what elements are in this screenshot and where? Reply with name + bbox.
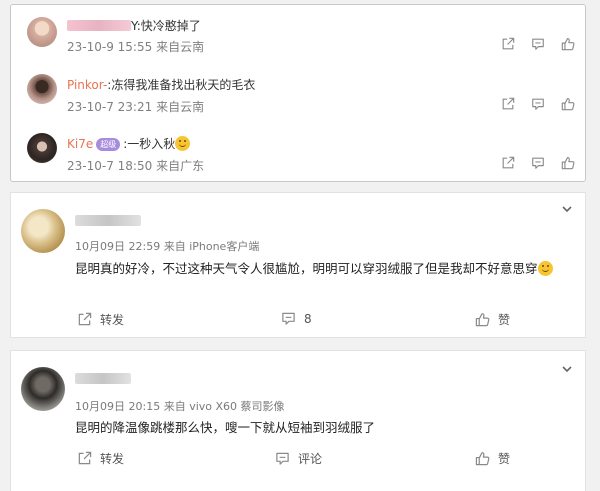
blurred-username[interactable]: [75, 373, 131, 384]
comment-meta: 23-10-7 18:50 来自广东: [67, 157, 204, 174]
username[interactable]: Ki7e: [67, 137, 93, 151]
post-action-bar: 转发 评论 赞: [11, 450, 585, 470]
repost-label: 转发: [100, 452, 125, 466]
comment-meta: 23-10-7 23:21 来自云南: [67, 98, 204, 115]
like-icon[interactable]: [559, 35, 577, 53]
repost-button[interactable]: 转发: [77, 311, 124, 328]
comment-text: Y:快冷憨掉了: [131, 19, 201, 33]
like-icon: [475, 312, 490, 327]
repost-comments-panel: Y:快冷憨掉了 23-10-9 15:55 来自云南 Pinkor-:冻得我准备…: [10, 4, 586, 182]
blurred-username[interactable]: [67, 20, 131, 31]
post-date: 10月09日 22:59: [75, 240, 161, 253]
post-device: 来自 iPhone客户端: [163, 240, 260, 253]
share-icon[interactable]: [499, 35, 517, 53]
vip-badge[interactable]: 超级: [96, 138, 121, 151]
post-text-line: 昆明真的好冷，不过这种天气令人很尴尬，明明可以穿羽绒服了但是我却不好意思穿: [75, 258, 553, 277]
comment-text-line: Ki7e 超级:一秒入秋: [67, 135, 191, 152]
like-button[interactable]: 赞: [475, 450, 510, 467]
post-device: 来自 vivo X60 蔡司影像: [163, 400, 285, 413]
post-text-line: 昆明的降温像跳楼那么快，嗖一下就从短袖到羽绒服了: [75, 417, 375, 436]
avatar[interactable]: [27, 17, 57, 47]
emoji-icon: [175, 136, 191, 151]
post-text: 昆明真的好冷，不过这种天气令人很尴尬，明明可以穿羽绒服了但是我却不好意思穿: [75, 261, 538, 276]
timestamp: 23-10-7 23:21: [67, 100, 153, 114]
comment-button[interactable]: 评论: [275, 450, 322, 467]
comment-meta: 23-10-9 15:55 来自云南: [67, 38, 204, 55]
location: 来自广东: [156, 159, 205, 173]
avatar[interactable]: [21, 367, 65, 411]
post-text: 昆明的降温像跳楼那么快，嗖一下就从短袖到羽绒服了: [75, 420, 376, 435]
location: 来自云南: [156, 100, 205, 114]
username[interactable]: Pinkor-: [67, 78, 107, 92]
comment-item: Y:快冷憨掉了 23-10-9 15:55 来自云南: [11, 5, 585, 61]
repost-button[interactable]: 转发: [77, 450, 124, 467]
share-icon: [77, 451, 92, 466]
comment-icon[interactable]: [529, 35, 547, 53]
comment-text-line: Pinkor-:冻得我准备找出秋天的毛衣: [67, 76, 255, 93]
like-icon: [475, 451, 490, 466]
repost-label: 转发: [100, 313, 125, 327]
post-meta: 10月09日 22:59 来自 iPhone客户端: [75, 238, 259, 254]
comment-icon: [275, 451, 290, 466]
post-action-bar: 转发 8 赞: [11, 311, 585, 331]
comment-item: Ki7e 超级:一秒入秋 23-10-7 18:50 来自广东: [11, 121, 585, 177]
comment-text-line: Y:快冷憨掉了: [67, 17, 201, 34]
post-date: 10月09日 20:15: [75, 400, 161, 413]
avatar[interactable]: [21, 209, 65, 253]
timestamp: 23-10-9 15:55: [67, 40, 153, 54]
chevron-down-icon[interactable]: [561, 203, 573, 215]
share-icon[interactable]: [499, 95, 517, 113]
like-label: 赞: [498, 452, 511, 466]
like-icon[interactable]: [559, 154, 577, 172]
comment-icon[interactable]: [529, 154, 547, 172]
comment-button[interactable]: 8: [281, 311, 312, 326]
comment-item: Pinkor-:冻得我准备找出秋天的毛衣 23-10-7 23:21 来自云南: [11, 63, 585, 119]
comment-actions: [499, 154, 577, 172]
avatar[interactable]: [27, 74, 57, 104]
like-label: 赞: [498, 313, 511, 327]
comment-icon: [281, 311, 296, 326]
blurred-username[interactable]: [75, 215, 141, 226]
comment-icon[interactable]: [529, 95, 547, 113]
location: 来自云南: [156, 40, 205, 54]
like-icon[interactable]: [559, 95, 577, 113]
weibo-post: 10月09日 20:15 来自 vivo X60 蔡司影像 昆明的降温像跳楼那么…: [10, 350, 586, 491]
comment-text: :冻得我准备找出秋天的毛衣: [107, 78, 256, 92]
share-icon[interactable]: [499, 154, 517, 172]
like-button[interactable]: 赞: [475, 311, 510, 328]
comment-actions: [499, 35, 577, 53]
weibo-post: 10月09日 22:59 来自 iPhone客户端 昆明真的好冷，不过这种天气令…: [10, 192, 586, 338]
comment-actions: [499, 95, 577, 113]
avatar[interactable]: [27, 133, 57, 163]
chevron-down-icon[interactable]: [561, 363, 573, 375]
comment-count: 8: [304, 311, 312, 326]
emoji-icon: [537, 261, 553, 276]
timestamp: 23-10-7 18:50: [67, 159, 153, 173]
share-icon: [77, 312, 92, 327]
comment-text: :一秒入秋: [123, 137, 176, 151]
comment-label: 评论: [298, 452, 323, 466]
post-meta: 10月09日 20:15 来自 vivo X60 蔡司影像: [75, 398, 285, 414]
